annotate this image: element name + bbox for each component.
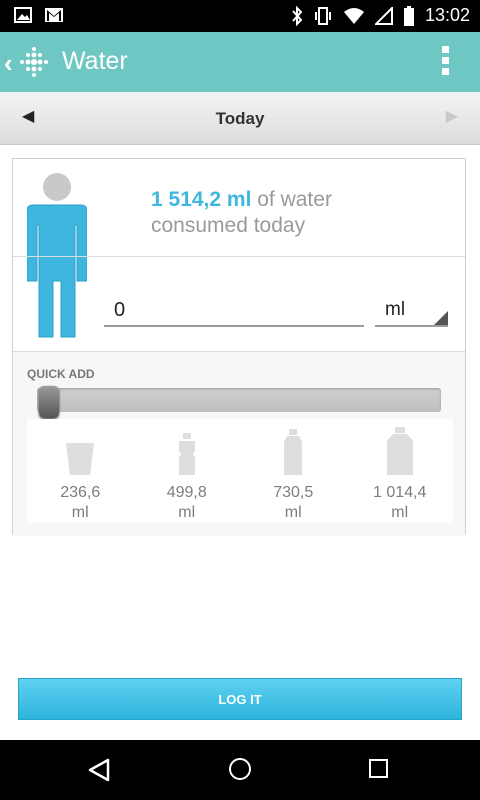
quick-add-option-medium-bottle[interactable]: 730,5 ml [240, 419, 347, 523]
quick-add-option-cup[interactable]: 236,6 ml [27, 419, 134, 523]
quick-add-slider-thumb[interactable] [39, 386, 59, 418]
vibrate-icon [314, 6, 331, 25]
quick-add-value: 236,6 [60, 484, 101, 501]
nav-home-icon[interactable] [229, 758, 251, 780]
unit-dropdown[interactable]: ml [375, 295, 448, 327]
battery-icon [403, 5, 414, 26]
gallery-notification-icon [14, 7, 32, 23]
quick-add-label: QUICK ADD [27, 367, 95, 381]
cell-signal-icon [374, 6, 393, 25]
large-bottle-icon [386, 427, 413, 475]
dropdown-corner-icon [434, 311, 448, 325]
water-summary-line2: consumed today [151, 214, 306, 237]
fitbit-logo-icon[interactable] [18, 46, 50, 78]
gmail-notification-icon [45, 8, 63, 22]
current-day-label: Today [215, 109, 265, 128]
water-amount-input[interactable] [104, 295, 364, 327]
log-it-button[interactable]: LOG IT [18, 678, 462, 720]
water-summary-suffix: of water [251, 188, 332, 211]
unit-dropdown-value: ml [385, 299, 406, 320]
quick-add-unit: ml [178, 504, 196, 521]
small-bottle-icon [178, 433, 195, 475]
quick-add-unit: ml [284, 504, 302, 521]
nav-back-icon[interactable] [88, 758, 110, 782]
bluetooth-icon [292, 5, 303, 26]
quick-add-value: 730,5 [273, 484, 314, 501]
quick-add-slider-track[interactable] [37, 388, 441, 412]
quick-add-option-large-bottle[interactable]: 1 014,4 ml [347, 419, 454, 523]
quick-add-option-small-bottle[interactable]: 499,8 ml [134, 419, 241, 523]
page-title: Water [62, 47, 128, 75]
quick-add-value: 1 014,4 [373, 484, 427, 501]
quick-add-unit: ml [391, 504, 409, 521]
cup-icon [66, 443, 95, 475]
water-card: 1 514,2 ml of water consumed today ml QU… [12, 158, 466, 536]
quick-add-unit: ml [71, 504, 89, 521]
water-consumed-amount: 1 514,2 ml [151, 188, 252, 211]
status-bar: 13:02 [0, 0, 480, 32]
nav-recents-icon[interactable] [369, 759, 388, 778]
status-time: 13:02 [424, 5, 470, 25]
divider [13, 256, 465, 257]
water-summary: 1 514,2 ml of water consumed today [151, 187, 332, 239]
app-bar: ‹ Water [0, 32, 480, 92]
quick-add-value: 499,8 [166, 484, 207, 501]
system-nav-bar [0, 740, 480, 800]
next-day-arrow-icon: ▶ [445, 108, 458, 125]
wifi-icon [343, 7, 364, 24]
date-navigator: ◀ Today ▶ [0, 92, 480, 145]
quick-add-options: 236,6 ml 499,8 ml 730,5 ml 1 014,4 ml [27, 419, 453, 523]
overflow-menu-icon[interactable] [442, 46, 450, 76]
medium-bottle-icon [284, 429, 303, 475]
back-chevron-icon[interactable]: ‹ [4, 48, 13, 79]
